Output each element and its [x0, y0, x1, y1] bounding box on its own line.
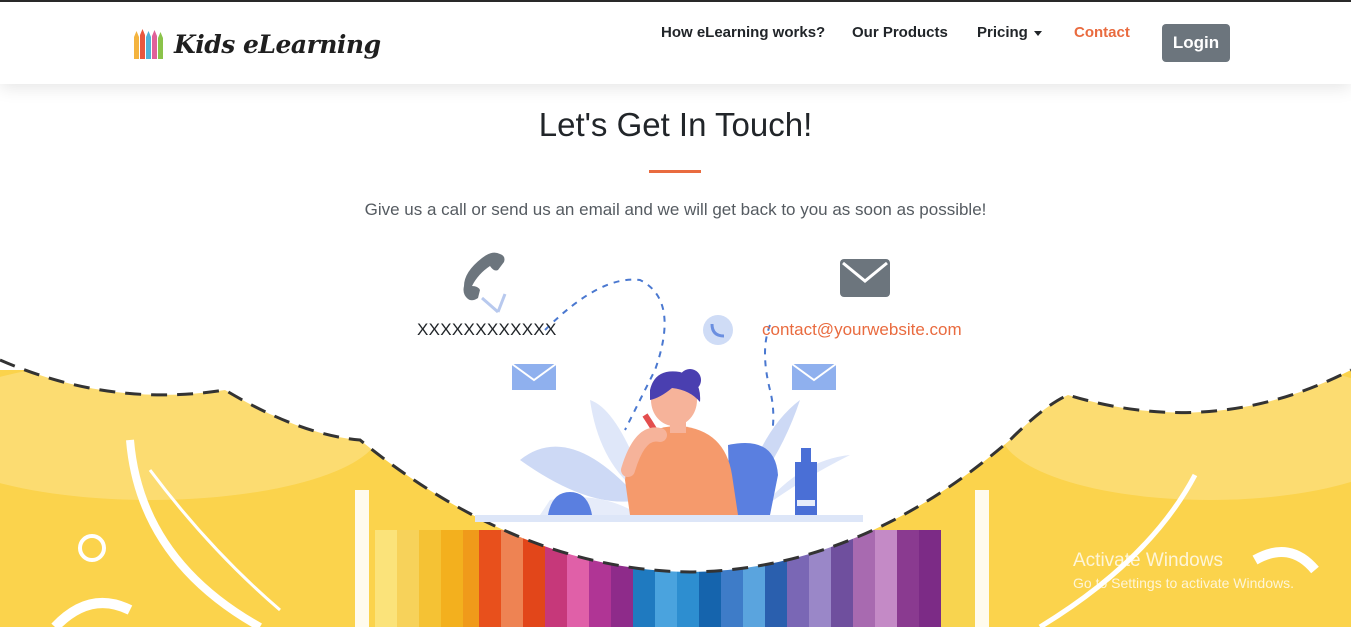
page-title: Let's Get In Touch! [538, 106, 813, 143]
chevron-down-icon [1033, 30, 1042, 36]
nav-contact[interactable]: Contact [1074, 24, 1130, 41]
login-button[interactable]: Login [1162, 24, 1230, 62]
pencils-icon [134, 29, 163, 59]
phone-icon [463, 252, 505, 301]
page-subtitle: Give us a call or send us an email and w… [364, 200, 987, 219]
activate-windows-subtitle: Go to Settings to activate Windows. [1073, 575, 1294, 591]
mail-icon [840, 259, 890, 297]
email-link[interactable]: contact@yourwebsite.com [762, 320, 962, 340]
nav-pricing[interactable]: Pricing [977, 24, 1042, 41]
activate-windows-watermark: Activate Windows Go to Settings to activ… [1073, 550, 1294, 591]
brand-name: Kids eLearning [174, 29, 381, 59]
phone-number: XXXXXXXXXXXX [417, 320, 557, 339]
title-divider [649, 170, 701, 173]
nav-how-it-works[interactable]: How eLearning works? [661, 24, 825, 41]
activate-windows-title: Activate Windows [1073, 550, 1223, 571]
nav-pricing-label: Pricing [977, 24, 1028, 41]
nav-our-products[interactable]: Our Products [852, 24, 948, 41]
brand-logo[interactable]: Kids eLearning [132, 26, 381, 62]
navbar: Kids eLearning How eLearning works? Our … [0, 2, 1351, 84]
